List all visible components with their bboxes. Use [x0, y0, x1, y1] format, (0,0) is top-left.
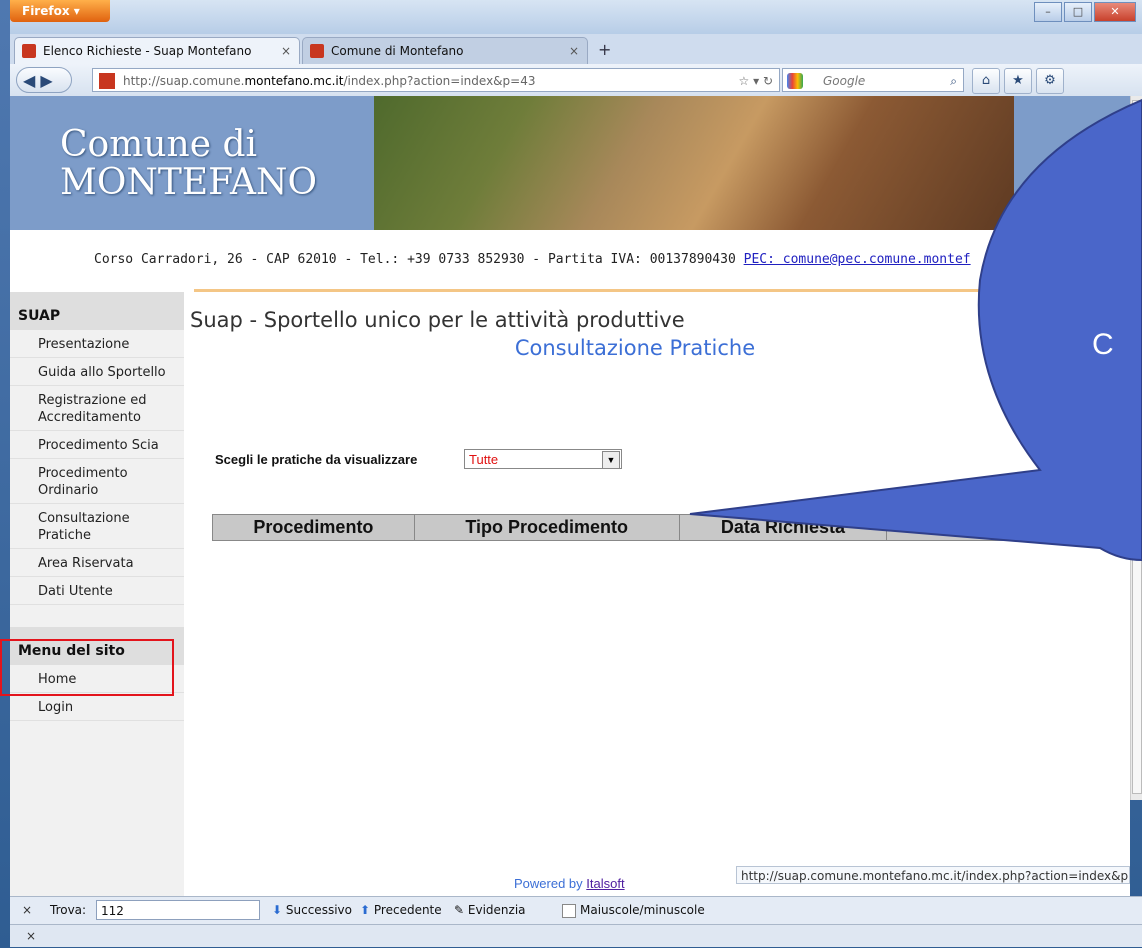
column-header-data: Data Richiesta	[678, 514, 888, 541]
italsoft-link[interactable]: Italsoft	[586, 876, 624, 891]
url-suffix: /index.php?action=index&p=43	[343, 74, 536, 88]
tab-strip: Elenco Richieste - Suap Montefano × Comu…	[10, 34, 1142, 64]
search-icon[interactable]: ⌕	[950, 69, 957, 93]
close-tab-icon[interactable]: ×	[281, 38, 291, 65]
close-tab-icon[interactable]: ×	[569, 38, 579, 65]
maximize-button[interactable]: □	[1064, 2, 1092, 22]
highlight-pen-icon: ✎	[454, 903, 465, 917]
new-tab-button[interactable]: +	[598, 40, 611, 59]
site-banner: Comune di MONTEFANO	[10, 96, 1130, 230]
find-input[interactable]: 112	[96, 900, 260, 920]
search-bar[interactable]: Google ⌕	[782, 68, 964, 92]
url-bar[interactable]: http://suap.comune.montefano.mc.it/index…	[92, 68, 780, 92]
close-window-button[interactable]: ✕	[1094, 2, 1136, 22]
bookmarks-icon[interactable]: ★	[1004, 68, 1032, 94]
highlight-label: Evidenzia	[467, 903, 526, 917]
results-table: Procedimento Tipo Procedimento Data Rich…	[212, 514, 1104, 541]
footer: Powered by Italsoft	[514, 876, 625, 891]
close-addon-bar-icon[interactable]: ×	[26, 929, 36, 943]
find-label: Trova:	[50, 903, 87, 917]
column-header-procedimento: Procedimento	[212, 514, 415, 541]
filter-selected-value: Tutte	[469, 452, 499, 467]
vertical-scrollbar[interactable]	[1130, 96, 1142, 800]
minimize-button[interactable]: –	[1034, 2, 1062, 22]
town-photo	[374, 96, 1014, 230]
address-text: Corso Carradori, 26 - CAP 62010 - Tel.: …	[94, 252, 736, 267]
bookmark-star-icon[interactable]: ☆ ▾ ↻	[739, 69, 773, 91]
divider	[194, 289, 1130, 292]
sidebar: SUAP Presentazione Guida allo Sportello …	[10, 292, 184, 896]
powered-by-text: Powered by	[514, 876, 583, 891]
tab-comune-montefano[interactable]: Comune di Montefano ×	[302, 37, 588, 64]
site-title: Comune di MONTEFANO	[60, 126, 317, 202]
find-bar: × Trova: 112 ⬇ Successivo ⬆ Precedente ✎…	[10, 896, 1142, 925]
table-header-row: Procedimento Tipo Procedimento Data Rich…	[212, 514, 1104, 541]
back-forward-buttons[interactable]: ◀ ▶	[16, 67, 72, 93]
find-prev-label: Precedente	[373, 903, 442, 917]
sidebar-item-consultazione-pratiche[interactable]: Consultazione Pratiche	[10, 504, 184, 549]
title-bar: Firefox ▾ – □ ✕	[10, 0, 1142, 34]
close-find-icon[interactable]: ×	[22, 903, 32, 917]
browser-window: Firefox ▾ – □ ✕ Elenco Richieste - Suap …	[0, 0, 1142, 948]
tab-label: Comune di Montefano	[331, 44, 464, 58]
tab-elenco-richieste[interactable]: Elenco Richieste - Suap Montefano ×	[14, 37, 300, 64]
section-title: Consultazione Pratiche	[514, 336, 756, 360]
highlight-button[interactable]: ✎ Evidenzia	[454, 903, 526, 917]
column-header-tipo: Tipo Procedimento	[413, 514, 680, 541]
home-icon[interactable]: ⌂	[972, 68, 1000, 94]
arrow-down-icon: ⬇	[272, 903, 283, 917]
window-controls: – □ ✕	[1034, 2, 1136, 22]
addon-icon[interactable]: ⚙	[1036, 68, 1064, 94]
chevron-down-icon[interactable]: ▼	[602, 451, 620, 469]
match-case-checkbox[interactable]	[562, 904, 576, 918]
sidebar-heading-suap: SUAP	[10, 292, 184, 330]
status-url-tooltip: http://suap.comune.montefano.mc.it/index…	[736, 866, 1130, 884]
site-favicon-icon	[22, 44, 36, 58]
status-bar: ×	[10, 924, 1142, 947]
address-line: Corso Carradori, 26 - CAP 62010 - Tel.: …	[10, 252, 1130, 267]
sidebar-item-procedimento-ordinario[interactable]: Procedimento Ordinario	[10, 459, 184, 504]
navigation-toolbar: ◀ ▶ http://suap.comune.montefano.mc.it/i…	[10, 64, 1142, 97]
site-favicon-icon	[310, 44, 324, 58]
find-next-button[interactable]: ⬇ Successivo	[272, 903, 352, 917]
sidebar-item-registrazione[interactable]: Registrazione ed Accreditamento	[10, 386, 184, 431]
pec-email-link[interactable]: PEC: comune@pec.comune.montef	[744, 252, 971, 267]
tab-label: Elenco Richieste - Suap Montefano	[43, 44, 252, 58]
annotation-highlight-box	[0, 639, 174, 696]
search-placeholder: Google	[823, 74, 866, 88]
match-case-label[interactable]: Maiuscole/minuscole	[580, 903, 705, 917]
sidebar-item-area-riservata[interactable]: Area Riservata	[10, 549, 184, 577]
sidebar-item-guida[interactable]: Guida allo Sportello	[10, 358, 184, 386]
firefox-menu-label: Firefox	[22, 4, 70, 18]
sidebar-item-login[interactable]: Login	[10, 693, 184, 721]
site-title-line2: MONTEFANO	[60, 162, 318, 203]
page-title: Suap - Sportello unico per le attività p…	[190, 308, 685, 332]
site-identity-icon[interactable]	[99, 73, 115, 89]
scrollbar-thumb[interactable]	[1132, 100, 1142, 794]
find-next-label: Successivo	[285, 903, 352, 917]
arrow-up-icon: ⬆	[360, 903, 371, 917]
page-content: Comune di MONTEFANO Corso Carradori, 26 …	[10, 96, 1130, 896]
column-header-stato: Stato Richiesta	[886, 514, 1104, 541]
url-host: montefano.mc.it	[244, 74, 344, 88]
url-prefix: http://suap.comune.	[123, 74, 245, 88]
firefox-menu-button[interactable]: Firefox ▾	[10, 0, 110, 22]
callout-text: C	[1092, 328, 1114, 361]
sidebar-item-dati-utente[interactable]: Dati Utente	[10, 577, 184, 605]
sidebar-item-procedimento-scia[interactable]: Procedimento Scia	[10, 431, 184, 459]
back-arrow-icon[interactable]: ◀	[23, 71, 35, 90]
filter-select[interactable]: Tutte ▼	[464, 449, 622, 469]
google-engine-icon[interactable]	[787, 73, 803, 89]
filter-label: Scegli le pratiche da visualizzare	[215, 452, 418, 467]
find-prev-button[interactable]: ⬆ Precedente	[360, 903, 442, 917]
forward-arrow-icon[interactable]: ▶	[40, 71, 52, 90]
site-title-line1: Comune di	[60, 124, 258, 165]
